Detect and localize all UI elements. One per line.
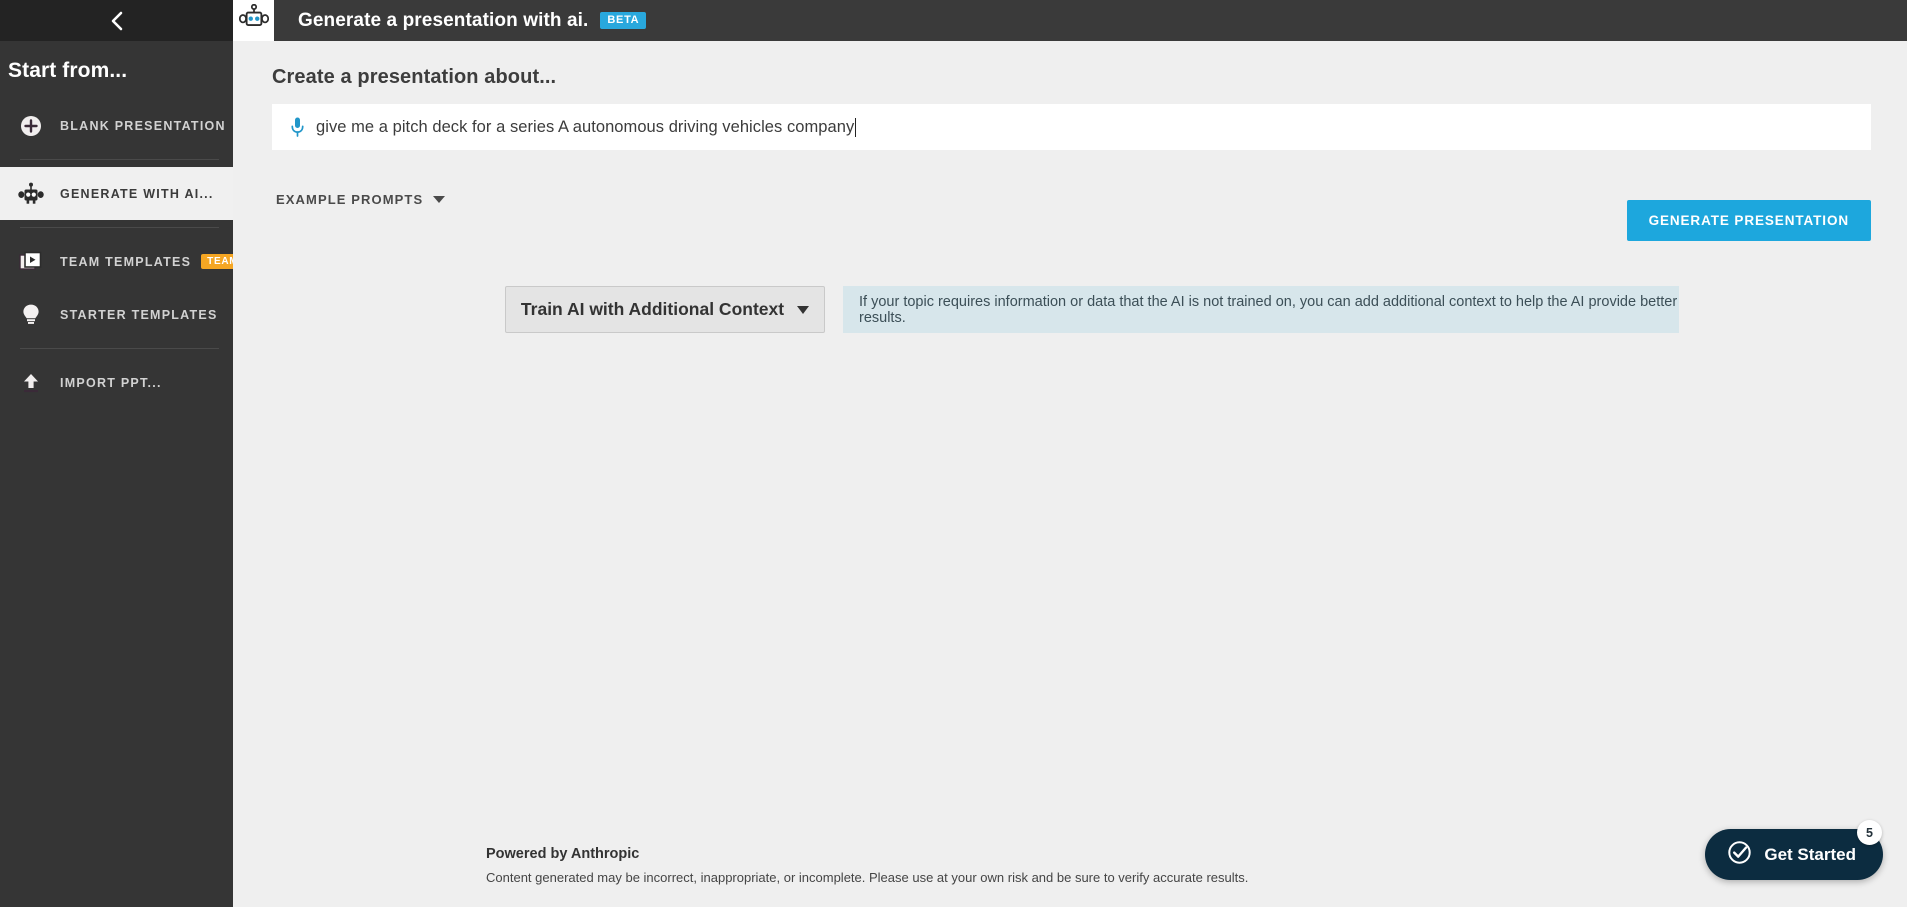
upload-icon (16, 372, 46, 394)
plus-circle-icon (16, 115, 46, 137)
sidebar-item-label: Starter Templates (60, 307, 218, 322)
sidebar: Start from... Blank Presentation (0, 0, 245, 907)
context-row: Train AI with Additional Context If your… (505, 286, 1679, 333)
sidebar-item-team-templates[interactable]: Team Templates TEAM (0, 235, 245, 288)
sidebar-nav: Blank Presentation (0, 99, 245, 409)
footer-title: Powered by Anthropic (486, 846, 640, 862)
sidebar-heading: Start from... (8, 59, 128, 82)
section-title: Create a presentation about... (272, 66, 557, 88)
robot-icon (238, 3, 269, 37)
sidebar-divider (20, 159, 219, 160)
train-ai-label: Train AI with Additional Context (520, 299, 785, 319)
sidebar-item-label: Blank Presentation (60, 118, 226, 133)
sidebar-header (0, 0, 233, 41)
microphone-icon[interactable] (280, 116, 314, 138)
context-info-banner: If your topic requires information or da… (843, 286, 1679, 333)
main-content: Create a presentation about... give me a… (233, 41, 1907, 907)
lightbulb-icon (16, 303, 46, 327)
chevron-down-icon (433, 196, 446, 203)
slides-play-icon (16, 251, 46, 273)
sidebar-divider (20, 227, 219, 228)
app-root: Start from... Blank Presentation (0, 0, 1907, 907)
sidebar-item-starter-templates[interactable]: Starter Templates (0, 288, 233, 341)
notification-count-badge: 5 (1857, 820, 1882, 845)
page-header: Generate a presentation with ai. BETA (233, 0, 1907, 41)
prompt-input[interactable]: give me a pitch deck for a series A auto… (272, 104, 1871, 150)
get-started-button[interactable]: Get Started 5 (1705, 820, 1883, 880)
check-circle-icon (1727, 840, 1752, 870)
footer: Powered by Anthropic Content generated m… (486, 846, 1686, 885)
sidebar-item-generate-with-ai[interactable]: Generate with AI... (0, 167, 233, 220)
text-cursor (855, 117, 857, 137)
sidebar-divider (20, 348, 219, 349)
example-prompts-dropdown[interactable]: Example Prompts (274, 186, 447, 213)
sidebar-item-label: Team Templates (60, 254, 192, 269)
generate-presentation-button[interactable]: Generate Presentation (1626, 200, 1871, 241)
sidebar-item-import-ppt[interactable]: Import PPT... (0, 356, 233, 409)
chevron-left-icon (109, 10, 125, 32)
sidebar-item-blank-presentation[interactable]: Blank Presentation (0, 99, 233, 152)
prompt-input-value: give me a pitch deck for a series A auto… (316, 117, 855, 136)
sidebar-item-label: Import PPT... (60, 375, 162, 390)
page-title: Generate a presentation with ai. (298, 9, 589, 31)
get-started-label: Get Started (1764, 844, 1856, 864)
status-badge-beta: BETA (600, 12, 647, 29)
robot-icon (16, 182, 46, 206)
back-button[interactable] (100, 4, 134, 38)
example-prompts-label: Example Prompts (276, 192, 424, 207)
chevron-down-icon (797, 305, 810, 314)
footer-disclaimer: Content generated may be incorrect, inap… (486, 870, 1249, 885)
sidebar-item-label: Generate with AI... (60, 186, 214, 201)
context-info-text: If your topic requires information or da… (859, 293, 1678, 326)
train-ai-with-context-button[interactable]: Train AI with Additional Context (505, 286, 825, 333)
header-robot-tile (233, 0, 274, 41)
